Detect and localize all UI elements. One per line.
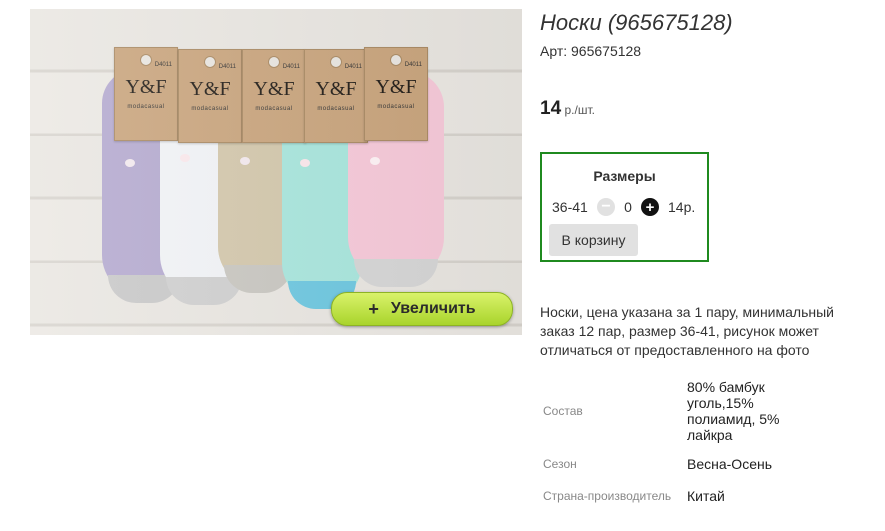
tag-sub: modacasual: [127, 104, 165, 110]
minus-icon[interactable]: −: [597, 198, 615, 216]
quantity-value[interactable]: 0: [615, 199, 641, 215]
attribute-row: Сезон Весна-Осень: [540, 445, 790, 483]
tag-hole: [140, 54, 152, 66]
tag-brand: Y&F: [375, 76, 417, 98]
print-dot: [125, 159, 135, 167]
tag-hole: [268, 56, 280, 68]
attribute-value: 80% бамбук уголь,15% полиамид, 5% лайкра: [687, 379, 780, 443]
attribute-value: Весна-Осень: [687, 456, 773, 472]
tag-hole: [390, 54, 402, 66]
product-sku: Арт: 965675128: [540, 43, 642, 59]
attribute-key: Сезон: [543, 457, 577, 471]
attribute-row: Состав 80% бамбук уголь,15% полиамид, 5%…: [540, 377, 790, 445]
print-dot: [180, 154, 190, 162]
attribute-row: Страна-производитель Китай: [540, 483, 790, 509]
tag-code: D4011: [404, 62, 422, 68]
tag-sub: modacasual: [255, 106, 293, 112]
tag-sub: modacasual: [191, 106, 229, 112]
brand-tag: D4011 Y&F modacasual: [304, 49, 368, 143]
attribute-value: Китай: [687, 488, 725, 504]
zoom-label: Увеличить: [390, 300, 476, 317]
print-dot: [370, 157, 380, 165]
tag-code: D4011: [282, 64, 300, 70]
plus-icon[interactable]: +: [641, 198, 659, 216]
price-value: 14: [540, 98, 562, 119]
tag-brand: Y&F: [125, 76, 167, 98]
tag-brand: Y&F: [315, 78, 357, 100]
tag-code: D4011: [218, 64, 236, 70]
plus-icon: +: [368, 298, 379, 319]
tag-brand: Y&F: [189, 78, 231, 100]
zoom-button[interactable]: + Увеличить: [331, 292, 513, 326]
product-description: Носки, цена указана за 1 пару, минимальн…: [540, 304, 834, 358]
add-to-cart-button[interactable]: В корзину: [549, 224, 638, 256]
size-label: 36-41: [552, 199, 588, 215]
product-image[interactable]: D4011 Y&F modacasual D4011 Y&F modacasua…: [30, 9, 522, 335]
attributes-table: Состав 80% бамбук уголь,15% полиамид, 5%…: [540, 377, 790, 509]
tag-hole: [330, 56, 342, 68]
tag-code: D4011: [154, 62, 172, 68]
print-dot: [300, 159, 310, 167]
product-title: Носки (965675128): [540, 10, 733, 35]
tag-code: D4011: [344, 64, 362, 70]
size-price: 14р.: [668, 199, 696, 215]
attribute-key: Состав: [543, 404, 583, 418]
brand-tag: D4011 Y&F modacasual: [242, 49, 306, 143]
product-price: 14 р./шт.: [540, 98, 595, 120]
brand-tag: D4011 Y&F modacasual: [114, 47, 178, 141]
attribute-key: Страна-производитель: [543, 489, 672, 503]
sizes-title: Размеры: [593, 168, 656, 184]
tag-sub: modacasual: [317, 106, 355, 112]
brand-tag: D4011 Y&F modacasual: [178, 49, 242, 143]
sock-cuff: [354, 259, 438, 287]
tag-brand: Y&F: [253, 78, 295, 100]
tag-hole: [204, 56, 216, 68]
brand-tag: D4011 Y&F modacasual: [364, 47, 428, 141]
print-dot: [240, 157, 250, 165]
sizes-panel: Размеры 36-41 − 0 + 14р. В корзину: [540, 152, 709, 262]
price-unit: р./шт.: [561, 103, 595, 117]
tag-sub: modacasual: [377, 104, 415, 110]
size-row: 36-41 − 0 + 14р.: [552, 197, 695, 217]
